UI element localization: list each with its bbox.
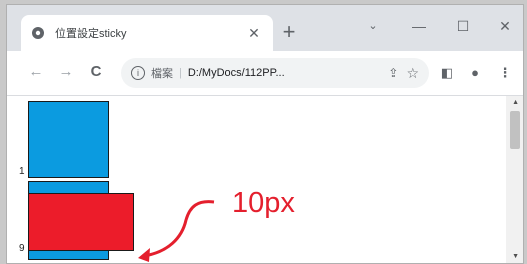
- site-info-icon[interactable]: i: [131, 66, 145, 80]
- address-bar[interactable]: i 檔案 | D:/MyDocs/112PP... ⇪ ☆: [121, 58, 429, 88]
- back-button[interactable]: ←: [25, 61, 47, 83]
- tab-close-icon[interactable]: ✕: [245, 25, 263, 42]
- new-tab-button[interactable]: +: [275, 19, 303, 47]
- file-scheme-label: 檔案: [151, 68, 173, 80]
- tab-strip: 位置設定sticky ✕ + ⌄ — ☐ ✕: [7, 5, 523, 51]
- menu-icon[interactable]: ⋮: [495, 63, 515, 83]
- close-window-button[interactable]: ✕: [485, 11, 523, 41]
- share-icon[interactable]: ⇪: [388, 66, 398, 80]
- tab-search-icon[interactable]: ⌄: [353, 11, 393, 41]
- curved-arrow-icon: [138, 200, 215, 262]
- omnibox-separator: |: [179, 67, 182, 79]
- browser-toolbar: ← → C i 檔案 | D:/MyDocs/112PP... ⇪ ☆ ◧ ● …: [7, 51, 523, 96]
- maximize-button[interactable]: ☐: [443, 11, 483, 41]
- side-panel-icon[interactable]: ◧: [437, 63, 457, 83]
- blue-box-1: [28, 101, 109, 178]
- url-text[interactable]: D:/MyDocs/112PP...: [188, 67, 381, 79]
- scroll-up-arrow-icon[interactable]: ▲: [512, 99, 519, 106]
- reload-button[interactable]: C: [85, 61, 107, 83]
- scrollbar-thumb[interactable]: [510, 111, 520, 149]
- sticky-red-box: [28, 193, 134, 251]
- active-tab[interactable]: 位置設定sticky ✕: [21, 15, 273, 51]
- box-number-2: 9: [19, 243, 25, 254]
- bookmark-star-icon[interactable]: ☆: [406, 65, 419, 82]
- minimize-button[interactable]: —: [399, 11, 439, 41]
- globe-icon: [32, 27, 44, 39]
- scroll-down-arrow-icon[interactable]: ▼: [512, 253, 519, 260]
- profile-icon[interactable]: ●: [465, 63, 485, 83]
- box-number-1: 1: [19, 166, 25, 177]
- annotation-label: 10px: [232, 187, 295, 219]
- forward-button[interactable]: →: [55, 61, 77, 83]
- tab-title: 位置設定sticky: [55, 28, 127, 40]
